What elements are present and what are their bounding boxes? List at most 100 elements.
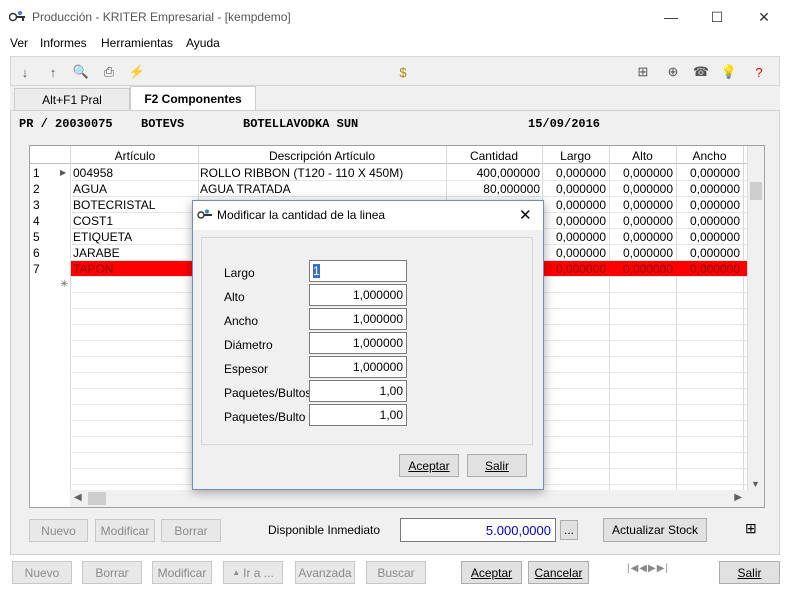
field-label-ancho: Ancho bbox=[224, 314, 259, 328]
grid-layout-icon[interactable]: ⊞ bbox=[745, 520, 757, 537]
col-articulo[interactable]: Artículo bbox=[72, 149, 198, 163]
dialog-key-icon bbox=[197, 209, 213, 224]
maximize-button[interactable]: ☐ bbox=[694, 0, 740, 34]
col-cantidad[interactable]: Cantidad bbox=[446, 149, 542, 163]
field-label-paquetes-bultos: Paquetes/Bultos bbox=[224, 386, 312, 400]
diametro-input[interactable]: 1,000000 bbox=[309, 332, 407, 354]
table-row[interactable]: 2 AGUA AGUA TRATADA 80,000000 0,000000 0,0000… bbox=[30, 181, 750, 197]
field-label-largo: Largo bbox=[224, 266, 255, 280]
delete-button[interactable]: Borrar bbox=[82, 561, 142, 584]
lightbulb-icon[interactable]: 💡 bbox=[719, 62, 739, 82]
grid-icon[interactable]: ⊞ bbox=[633, 62, 653, 82]
search-button[interactable]: Buscar bbox=[366, 561, 426, 584]
cell-alto: 0,000000 bbox=[622, 262, 673, 276]
tab-componentes[interactable]: F2 Componentes bbox=[130, 86, 256, 110]
cell-descripcion: ROLLO RIBBON (T120 - 110 X 450M) bbox=[200, 166, 404, 180]
cell-largo: 0,000000 bbox=[555, 214, 606, 228]
scroll-down-icon[interactable]: ▼ bbox=[751, 479, 760, 489]
cell-alto: 0,000000 bbox=[622, 198, 673, 212]
dialog-title: Modificar la cantidad de la linea bbox=[217, 208, 386, 222]
cell-alto: 0,000000 bbox=[622, 230, 673, 244]
lightning-icon[interactable]: ⚡ bbox=[127, 62, 147, 82]
menu-ver[interactable]: Ver bbox=[10, 36, 28, 50]
cell-descripcion: AGUA TRATADA bbox=[200, 182, 291, 196]
panel-new-button[interactable]: Nuevo bbox=[29, 519, 88, 542]
panel-modify-button[interactable]: Modificar bbox=[95, 519, 155, 542]
phone-icon[interactable]: ☎ bbox=[691, 62, 711, 82]
panel-delete-button[interactable]: Borrar bbox=[161, 519, 221, 542]
field-label-diametro: Diámetro bbox=[224, 338, 273, 352]
ancho-input[interactable]: 1,000000 bbox=[309, 308, 407, 330]
menu-informes[interactable]: Informes bbox=[40, 36, 87, 50]
add-table-icon[interactable]: ⊕ bbox=[663, 62, 683, 82]
scroll-left-icon[interactable]: ◀ bbox=[74, 492, 82, 503]
tab-principal[interactable]: Alt+F1 Pral bbox=[14, 88, 130, 110]
col-descripcion[interactable]: Descripción Artículo bbox=[198, 149, 446, 163]
cell-cantidad: 400,000000 bbox=[476, 166, 540, 180]
help-icon[interactable]: ? bbox=[749, 62, 769, 82]
cell-articulo: TAPON bbox=[73, 262, 114, 276]
largo-input[interactable]: 1 bbox=[309, 260, 407, 282]
goto-button[interactable]: ▲ Ir a ... bbox=[223, 561, 283, 584]
dialog-close-button[interactable]: ✕ bbox=[519, 206, 532, 224]
row-number: 6 bbox=[33, 246, 40, 260]
dialog-title-bar: Modificar la cantidad de la linea ✕ bbox=[193, 201, 543, 230]
row-number: 1 bbox=[33, 166, 40, 180]
row-number: 4 bbox=[33, 214, 40, 228]
disponible-value: 5.000,0000 bbox=[400, 518, 556, 542]
cell-alto: 0,000000 bbox=[622, 246, 673, 260]
sort-down-icon[interactable]: ↓ bbox=[15, 62, 35, 82]
modify-button[interactable]: Modificar bbox=[152, 561, 212, 584]
record-navigation[interactable]: |◀◀▶▶| bbox=[627, 563, 669, 574]
col-ancho[interactable]: Ancho bbox=[676, 149, 743, 163]
grid-vertical-scrollbar[interactable]: ▼ bbox=[747, 146, 764, 491]
preview-icon[interactable]: 🔍 bbox=[71, 62, 91, 82]
cell-articulo: JARABE bbox=[73, 246, 120, 260]
update-stock-button[interactable]: Actualizar Stock bbox=[603, 518, 707, 542]
accept-button[interactable]: Aceptar bbox=[461, 561, 522, 584]
cell-ancho: 0,000000 bbox=[689, 182, 740, 196]
cell-alto: 0,000000 bbox=[622, 182, 673, 196]
cell-alto: 0,000000 bbox=[622, 166, 673, 180]
dialog-exit-button[interactable]: Salir bbox=[467, 454, 527, 477]
alto-input[interactable]: 1,000000 bbox=[309, 284, 407, 306]
cell-alto: 0,000000 bbox=[622, 214, 673, 228]
prev-record-icon[interactable]: ◀ bbox=[639, 563, 648, 574]
field-label-alto: Alto bbox=[224, 290, 245, 304]
menu-herramientas[interactable]: Herramientas bbox=[101, 36, 173, 50]
scroll-right-icon[interactable]: ▶ bbox=[734, 492, 742, 503]
cancel-button[interactable]: Cancelar bbox=[528, 561, 589, 584]
table-row[interactable]: 1 ▶ 004958 ROLLO RIBBON (T120 - 110 X 450M)… bbox=[30, 165, 750, 181]
paquetes-bulto-input[interactable]: 1,00 bbox=[309, 404, 407, 426]
cell-ancho: 0,000000 bbox=[689, 198, 740, 212]
print-icon[interactable]: ⎙ bbox=[99, 62, 119, 82]
close-button[interactable]: ✕ bbox=[741, 0, 787, 34]
money-bag-icon[interactable]: $ bbox=[393, 62, 413, 82]
cell-articulo: ETIQUETA bbox=[73, 230, 133, 244]
cell-largo: 0,000000 bbox=[555, 230, 606, 244]
new-button[interactable]: Nuevo bbox=[12, 561, 72, 584]
current-row-pointer-icon: ▶ bbox=[60, 168, 67, 177]
menu-bar: Ver Informes Herramientas Ayuda bbox=[0, 34, 787, 54]
cell-largo: 0,000000 bbox=[555, 246, 606, 260]
dialog-accept-button[interactable]: Aceptar bbox=[399, 454, 459, 477]
menu-ayuda[interactable]: Ayuda bbox=[186, 36, 220, 50]
next-record-icon[interactable]: ▶ bbox=[648, 563, 657, 574]
first-record-icon[interactable]: |◀ bbox=[627, 563, 639, 574]
exit-button[interactable]: Salir bbox=[719, 561, 780, 584]
minimize-button[interactable]: — bbox=[648, 0, 694, 34]
espesor-input[interactable]: 1,000000 bbox=[309, 356, 407, 378]
row-number: 5 bbox=[33, 230, 40, 244]
col-alto[interactable]: Alto bbox=[609, 149, 676, 163]
paquetes-bultos-input[interactable]: 1,00 bbox=[309, 380, 407, 402]
col-largo[interactable]: Largo bbox=[542, 149, 609, 163]
disponible-browse-button[interactable]: ... bbox=[560, 520, 578, 540]
row-number: 3 bbox=[33, 198, 40, 212]
last-record-icon[interactable]: ▶| bbox=[657, 563, 669, 574]
grid-horizontal-scrollbar[interactable]: ◀ ▶ bbox=[70, 490, 764, 507]
app-key-icon bbox=[8, 10, 27, 24]
field-label-espesor: Espesor bbox=[224, 362, 269, 376]
advanced-button[interactable]: Avanzada bbox=[295, 561, 355, 584]
sort-up-icon[interactable]: ↑ bbox=[43, 62, 63, 82]
disponible-label: Disponible Inmediato bbox=[268, 523, 381, 537]
